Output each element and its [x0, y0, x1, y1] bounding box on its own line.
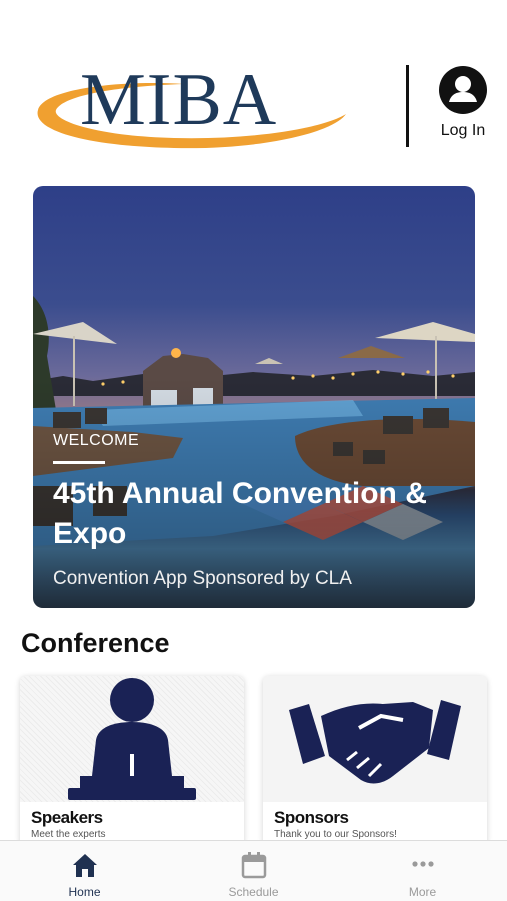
- tab-schedule[interactable]: Schedule: [169, 841, 338, 901]
- bottom-tab-bar: Home Schedule More: [0, 840, 507, 901]
- hero-banner[interactable]: WELCOME 45th Annual Convention & Expo Co…: [33, 186, 475, 608]
- header-divider: [406, 65, 409, 147]
- card-subtitle: Meet the experts: [31, 829, 106, 840]
- logo-text: MIBA: [80, 59, 278, 141]
- tab-label: More: [408, 885, 437, 899]
- podium-speaker-icon: [20, 676, 244, 802]
- tab-home[interactable]: Home: [0, 841, 169, 901]
- card-title: Speakers: [31, 808, 103, 827]
- login-label: Log In: [440, 122, 486, 139]
- more-dots-icon: [412, 861, 434, 867]
- card-title: Sponsors: [274, 808, 349, 827]
- hero-title: 45th Annual Convention & Expo: [53, 477, 427, 550]
- card-speakers[interactable]: Speakers Meet the experts: [20, 676, 244, 846]
- miba-logo: MIBA: [34, 58, 354, 153]
- calendar-icon: [241, 852, 267, 879]
- hero-subtitle: Convention App Sponsored by CLA: [53, 568, 352, 589]
- section-heading-conference: Conference: [21, 628, 170, 658]
- hero-rule: [53, 461, 105, 464]
- home-icon: [73, 854, 97, 877]
- login-button[interactable]: Log In: [432, 66, 494, 148]
- user-avatar-icon: [439, 66, 487, 114]
- card-subtitle: Thank you to our Sponsors!: [274, 829, 397, 840]
- handshake-icon: [263, 676, 487, 802]
- tab-label: Home: [68, 885, 101, 899]
- tab-label: Schedule: [228, 885, 279, 899]
- hero-eyebrow: WELCOME: [53, 432, 140, 449]
- card-sponsors[interactable]: Sponsors Thank you to our Sponsors!: [263, 676, 487, 846]
- tab-more[interactable]: More: [338, 841, 507, 901]
- app-header: MIBA Log In: [0, 0, 507, 160]
